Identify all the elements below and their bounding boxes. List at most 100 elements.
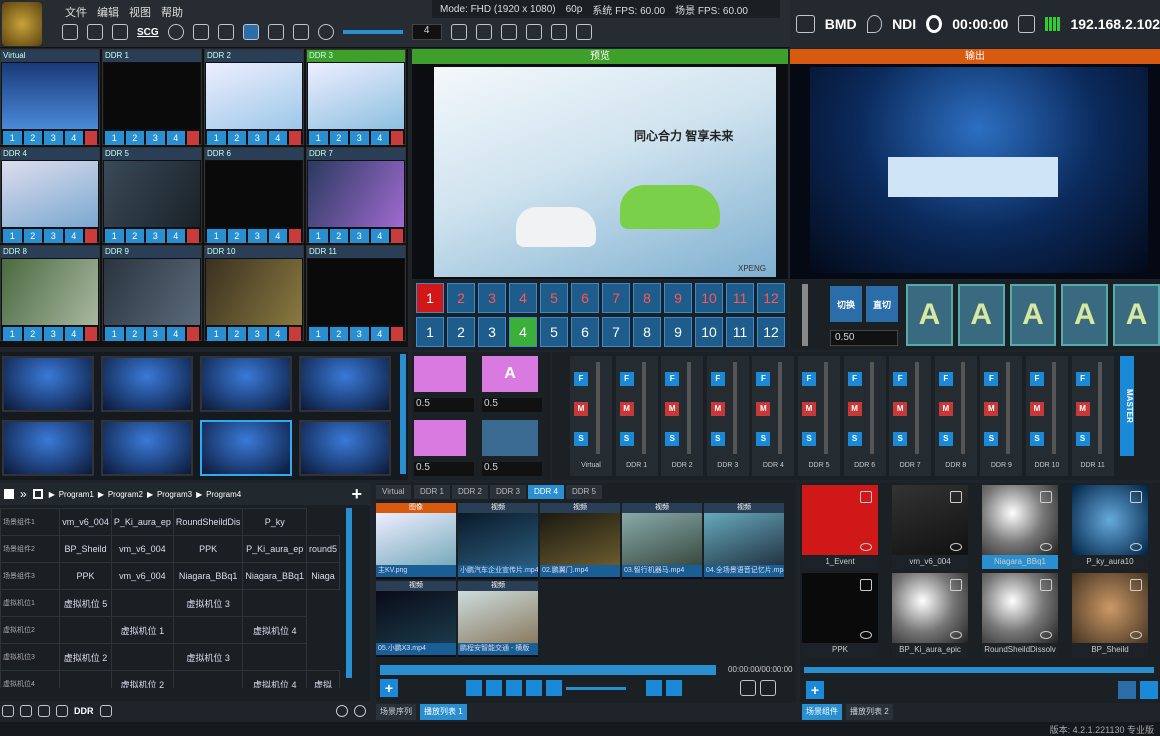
cell-number-button[interactable]: 2 bbox=[227, 229, 246, 243]
asset-action-icon[interactable] bbox=[1040, 491, 1052, 503]
asset-action-icon[interactable] bbox=[1130, 579, 1142, 591]
scene-thumb[interactable] bbox=[101, 420, 193, 476]
pgm-button[interactable]: 11 bbox=[726, 283, 754, 313]
source-cell[interactable]: DDR 1 1234 bbox=[102, 49, 202, 145]
program-cell[interactable] bbox=[110, 589, 174, 617]
mixer-s-button[interactable]: S bbox=[802, 432, 816, 446]
pvw-button[interactable]: 12 bbox=[757, 317, 785, 347]
volume-slider[interactable] bbox=[566, 686, 626, 690]
pvw-button[interactable]: 5 bbox=[540, 317, 568, 347]
media-progress[interactable] bbox=[380, 665, 716, 675]
mixer-f-button[interactable]: F bbox=[756, 372, 771, 386]
menu-edit[interactable]: 编辑 bbox=[97, 4, 119, 20]
program-cell[interactable]: round5 bbox=[305, 535, 340, 563]
pvw-button[interactable]: 1 bbox=[416, 317, 444, 347]
cell-number-button[interactable]: 2 bbox=[23, 327, 42, 341]
mixer-f-button[interactable]: F bbox=[1075, 372, 1090, 386]
cell-number-button[interactable]: 2 bbox=[125, 131, 144, 145]
eye-icon[interactable] bbox=[860, 543, 872, 551]
program-cell[interactable]: 虚拟机位 4 bbox=[242, 670, 307, 688]
media-thumb[interactable]: 图像 主KV.png bbox=[376, 503, 456, 579]
mixer-f-button[interactable]: F bbox=[1030, 372, 1044, 386]
eye-icon[interactable] bbox=[1130, 631, 1142, 639]
cell-number-button[interactable]: 1 bbox=[3, 229, 22, 243]
pgm-button[interactable]: 9 bbox=[664, 283, 692, 313]
cell-number-button[interactable]: 1 bbox=[207, 229, 226, 243]
program-cell[interactable]: 虚拟 bbox=[305, 670, 340, 688]
ndi-button[interactable]: NDI bbox=[892, 16, 916, 32]
lock-icon[interactable] bbox=[32, 489, 43, 499]
mixer-m-button[interactable]: M bbox=[665, 402, 680, 416]
scene-thumb[interactable] bbox=[2, 356, 94, 412]
pgm-button[interactable]: 3 bbox=[478, 283, 506, 313]
pgm-button[interactable]: 12 bbox=[757, 283, 785, 313]
cell-number-button[interactable]: 4 bbox=[268, 229, 287, 243]
cell-number-button[interactable]: 2 bbox=[329, 327, 348, 341]
media-tab[interactable]: DDR 2 bbox=[452, 485, 489, 499]
mixer-f-button[interactable]: F bbox=[938, 372, 953, 386]
program-cell[interactable] bbox=[59, 670, 112, 688]
pvw-button[interactable]: 2 bbox=[447, 317, 475, 347]
direct-cut-button[interactable]: 直切 bbox=[866, 286, 898, 322]
cell-number-button[interactable]: 3 bbox=[350, 229, 369, 243]
program-cell[interactable]: P_Ki_aura_ep bbox=[242, 535, 307, 563]
cell-number-button[interactable]: 2 bbox=[329, 229, 348, 243]
asset-action-icon[interactable] bbox=[950, 579, 962, 591]
cell-number-button[interactable]: 1 bbox=[105, 229, 124, 243]
cell-number-button[interactable]: 4 bbox=[166, 229, 185, 243]
cell-number-button[interactable]: 1 bbox=[207, 131, 226, 145]
scene-thumb[interactable] bbox=[200, 356, 292, 412]
film-icon[interactable] bbox=[38, 705, 50, 717]
source-cell[interactable]: DDR 5 1234 bbox=[102, 147, 202, 243]
scene-thumb[interactable] bbox=[299, 420, 391, 476]
trans-val-3[interactable]: 0.5 bbox=[414, 462, 474, 476]
keyer-a-button[interactable]: A bbox=[1061, 284, 1109, 346]
spin-box[interactable]: 4 bbox=[411, 24, 442, 40]
program-cell[interactable]: 虚拟机位 2 bbox=[59, 643, 112, 671]
cell-number-button[interactable]: 4 bbox=[268, 131, 287, 145]
location-icon[interactable] bbox=[866, 15, 883, 33]
tag-icon[interactable] bbox=[99, 705, 112, 717]
keyer-a-button[interactable]: A bbox=[1113, 284, 1160, 346]
cell-number-button[interactable]: 1 bbox=[309, 327, 328, 341]
zoom-in-icon[interactable] bbox=[336, 705, 348, 717]
eye-icon[interactable] bbox=[950, 543, 962, 551]
db-icon[interactable] bbox=[1118, 681, 1136, 699]
cell-red-button[interactable] bbox=[85, 131, 97, 145]
mixer-s-button[interactable]: S bbox=[893, 432, 908, 446]
keyer-a-button[interactable]: A bbox=[1009, 284, 1057, 346]
record-icon[interactable] bbox=[550, 24, 567, 40]
mixer-fader[interactable] bbox=[687, 362, 692, 454]
program-tab[interactable]: ▶ Program3 bbox=[147, 490, 192, 499]
media-tab[interactable]: DDR 1 bbox=[414, 485, 451, 499]
record-button-icon[interactable] bbox=[926, 15, 943, 33]
speed-icon[interactable] bbox=[500, 24, 517, 40]
program-cell[interactable]: 虚拟机位 3 bbox=[172, 643, 244, 671]
program-cell[interactable]: Niagara_BBq1 bbox=[242, 562, 307, 590]
slider[interactable] bbox=[342, 30, 403, 34]
program-cell[interactable] bbox=[172, 670, 244, 688]
camera-icon[interactable] bbox=[20, 705, 32, 717]
cell-number-button[interactable]: 4 bbox=[166, 131, 185, 145]
mixer-m-button[interactable]: M bbox=[1030, 402, 1044, 416]
mixer-m-button[interactable]: M bbox=[984, 402, 999, 416]
trans-a[interactable]: A bbox=[482, 356, 538, 392]
cell-number-button[interactable]: 1 bbox=[309, 131, 328, 145]
cell-number-button[interactable]: 3 bbox=[350, 131, 369, 145]
tab-playlist-2[interactable]: 播放列表 2 bbox=[846, 704, 893, 720]
trans-wipe-1[interactable] bbox=[414, 356, 466, 392]
scene-thumb[interactable] bbox=[101, 356, 193, 412]
program-cell[interactable] bbox=[110, 643, 174, 671]
trans-val-4[interactable]: 0.5 bbox=[482, 462, 542, 476]
source-cell[interactable]: DDR 3 1234 bbox=[306, 49, 406, 145]
media-thumb[interactable]: 视频 鹏程安智能交通 - 横版 bbox=[458, 581, 538, 657]
stop-media-icon[interactable] bbox=[486, 680, 502, 696]
axis-icon[interactable] bbox=[475, 24, 492, 40]
bmd-button[interactable]: BMD bbox=[825, 16, 857, 32]
program-scrollbar[interactable] bbox=[346, 508, 352, 678]
mixer-s-button[interactable]: S bbox=[710, 432, 725, 446]
cell-number-button[interactable]: 4 bbox=[268, 327, 287, 341]
network-icon[interactable] bbox=[217, 24, 234, 40]
mixer-m-button[interactable]: M bbox=[710, 402, 725, 416]
cell-red-button[interactable] bbox=[289, 229, 301, 243]
